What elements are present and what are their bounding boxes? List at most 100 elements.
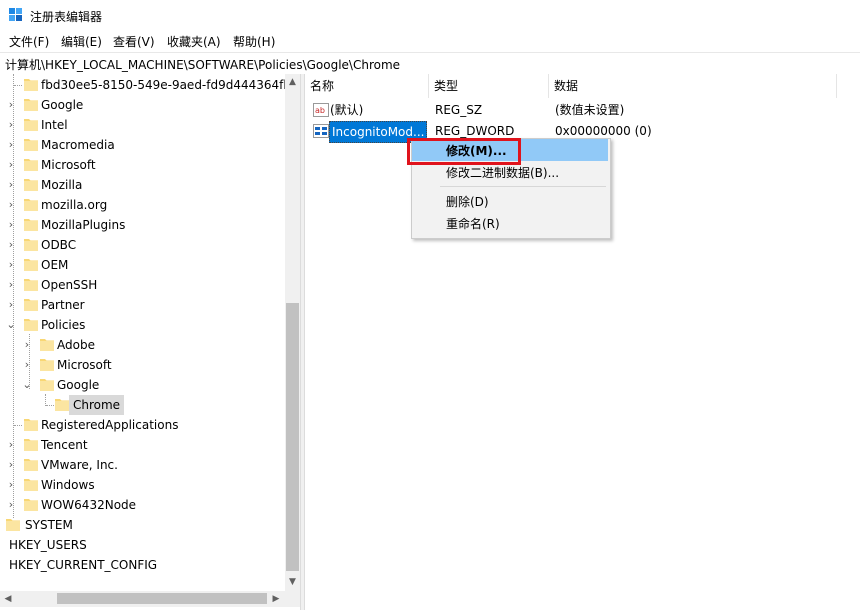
tree-item[interactable]: HKEY_CURRENT_CONFIG: [0, 555, 300, 575]
tree-item[interactable]: › WOW6432Node: [0, 495, 300, 515]
chevron-right-icon[interactable]: ›: [22, 335, 32, 355]
scrollbar-corner: [285, 591, 300, 607]
tree-item[interactable]: SYSTEM: [0, 515, 300, 535]
scroll-left-icon[interactable]: ◀: [0, 591, 16, 607]
folder-icon: [24, 219, 38, 231]
folder-icon: [24, 459, 38, 471]
tree-item[interactable]: › Macromedia: [0, 135, 300, 155]
column-header-type[interactable]: 类型: [429, 74, 549, 98]
chevron-right-icon[interactable]: ›: [6, 175, 16, 195]
chevron-right-icon[interactable]: ›: [6, 155, 16, 175]
window-title: 注册表编辑器: [30, 10, 103, 24]
folder-icon: [24, 479, 38, 491]
chevron-right-icon[interactable]: ›: [6, 195, 16, 215]
folder-icon: [24, 199, 38, 211]
chevron-right-icon[interactable]: ›: [6, 255, 16, 275]
chevron-right-icon[interactable]: ›: [6, 295, 16, 315]
tree-item[interactable]: › Partner: [0, 295, 300, 315]
menu-separator: [440, 186, 606, 187]
tree-item[interactable]: › Windows: [0, 475, 300, 495]
tree-item[interactable]: fbd30ee5-8150-549e-9aed-fd9d444364fb: [0, 75, 300, 95]
address-path[interactable]: 计算机\HKEY_LOCAL_MACHINE\SOFTWARE\Policies…: [5, 56, 400, 73]
menu-edit[interactable]: 编辑(E): [60, 33, 103, 50]
value-type: REG_SZ: [435, 103, 483, 117]
chevron-right-icon[interactable]: ›: [6, 235, 16, 255]
chevron-right-icon[interactable]: ›: [6, 95, 16, 115]
folder-icon: [24, 279, 38, 291]
chevron-right-icon[interactable]: ›: [6, 435, 16, 455]
tree-item-selected[interactable]: Chrome: [0, 395, 300, 415]
tree-item[interactable]: › Mozilla: [0, 175, 300, 195]
tree-item[interactable]: › Google: [0, 95, 300, 115]
folder-icon: [24, 419, 38, 431]
value-data: (数值未设置): [555, 103, 625, 117]
folder-icon: [24, 159, 38, 171]
menu-favorites[interactable]: 收藏夹(A): [166, 33, 222, 50]
chevron-right-icon[interactable]: ›: [6, 275, 16, 295]
value-name: (默认): [330, 103, 364, 117]
menu-help[interactable]: 帮助(H): [232, 33, 276, 50]
tree-item[interactable]: ⌄ Policies: [0, 315, 300, 335]
address-bar[interactable]: 计算机\HKEY_LOCAL_MACHINE\SOFTWARE\Policies…: [0, 52, 860, 75]
tree-item[interactable]: › ODBC: [0, 235, 300, 255]
tree-item[interactable]: › Tencent: [0, 435, 300, 455]
folder-icon: [24, 99, 38, 111]
chevron-right-icon[interactable]: ›: [6, 215, 16, 235]
folder-icon: [6, 519, 20, 531]
column-header-name[interactable]: 名称: [305, 74, 429, 98]
title-bar: [0, 0, 860, 30]
tree-item[interactable]: ⌄ Google: [0, 375, 300, 395]
chevron-right-icon[interactable]: ›: [6, 475, 16, 495]
tree-item[interactable]: › MozillaPlugins: [0, 215, 300, 235]
dword-value-icon: [313, 124, 329, 138]
folder-icon: [24, 299, 38, 311]
tree-item[interactable]: › OpenSSH: [0, 275, 300, 295]
chevron-right-icon[interactable]: ›: [6, 455, 16, 475]
folder-icon: [24, 79, 38, 91]
menu-view[interactable]: 查看(V): [112, 33, 156, 50]
chevron-right-icon[interactable]: ›: [6, 115, 16, 135]
folder-icon: [24, 259, 38, 271]
tree-item[interactable]: › VMware, Inc.: [0, 455, 300, 475]
folder-icon: [24, 139, 38, 151]
folder-open-icon: [24, 319, 38, 331]
folder-icon: [24, 439, 38, 451]
tree-horizontal-scroll-thumb[interactable]: [57, 593, 267, 604]
chevron-right-icon[interactable]: ›: [22, 355, 32, 375]
chevron-right-icon[interactable]: ›: [6, 495, 16, 515]
scroll-up-icon[interactable]: ▲: [285, 74, 300, 90]
registry-editor-icon: [9, 8, 22, 21]
tree-item[interactable]: RegisteredApplications: [0, 415, 300, 435]
svg-text:ab: ab: [315, 106, 325, 115]
tree-item[interactable]: › mozilla.org: [0, 195, 300, 215]
scroll-down-icon[interactable]: ▼: [285, 574, 300, 591]
folder-open-icon: [40, 379, 54, 391]
chevron-down-icon[interactable]: ⌄: [22, 375, 32, 395]
folder-icon: [40, 359, 54, 371]
column-header-data[interactable]: 数据: [549, 74, 837, 98]
annotation-highlight-box: [407, 138, 521, 165]
folder-icon: [24, 119, 38, 131]
tree-item[interactable]: › OEM: [0, 255, 300, 275]
folder-icon: [24, 499, 38, 511]
folder-icon: [24, 179, 38, 191]
tree-item[interactable]: › Adobe: [0, 335, 300, 355]
tree-item[interactable]: HKEY_USERS: [0, 535, 300, 555]
tree-item[interactable]: › Intel: [0, 115, 300, 135]
tree-item[interactable]: › Microsoft: [0, 155, 300, 175]
menu-file[interactable]: 文件(F): [8, 33, 50, 50]
folder-icon: [40, 339, 54, 351]
registry-tree[interactable]: fbd30ee5-8150-549e-9aed-fd9d444364fb › G…: [0, 74, 300, 610]
folder-icon: [55, 399, 69, 411]
menu-bar: 文件(F) 编辑(E) 查看(V) 收藏夹(A) 帮助(H): [0, 30, 860, 52]
menu-item-modify-binary[interactable]: 修改二进制数据(B)...: [446, 164, 559, 181]
menu-item-rename[interactable]: 重命名(R): [446, 215, 500, 232]
tree-vertical-scroll-thumb[interactable]: [286, 303, 299, 571]
chevron-right-icon[interactable]: ›: [6, 135, 16, 155]
folder-icon: [24, 239, 38, 251]
menu-item-delete[interactable]: 删除(D): [446, 193, 489, 210]
chevron-down-icon[interactable]: ⌄: [6, 315, 16, 335]
value-row[interactable]: ab (默认) REG_SZ (数值未设置): [305, 100, 860, 120]
tree-item[interactable]: › Microsoft: [0, 355, 300, 375]
scroll-right-icon[interactable]: ▶: [268, 591, 284, 607]
